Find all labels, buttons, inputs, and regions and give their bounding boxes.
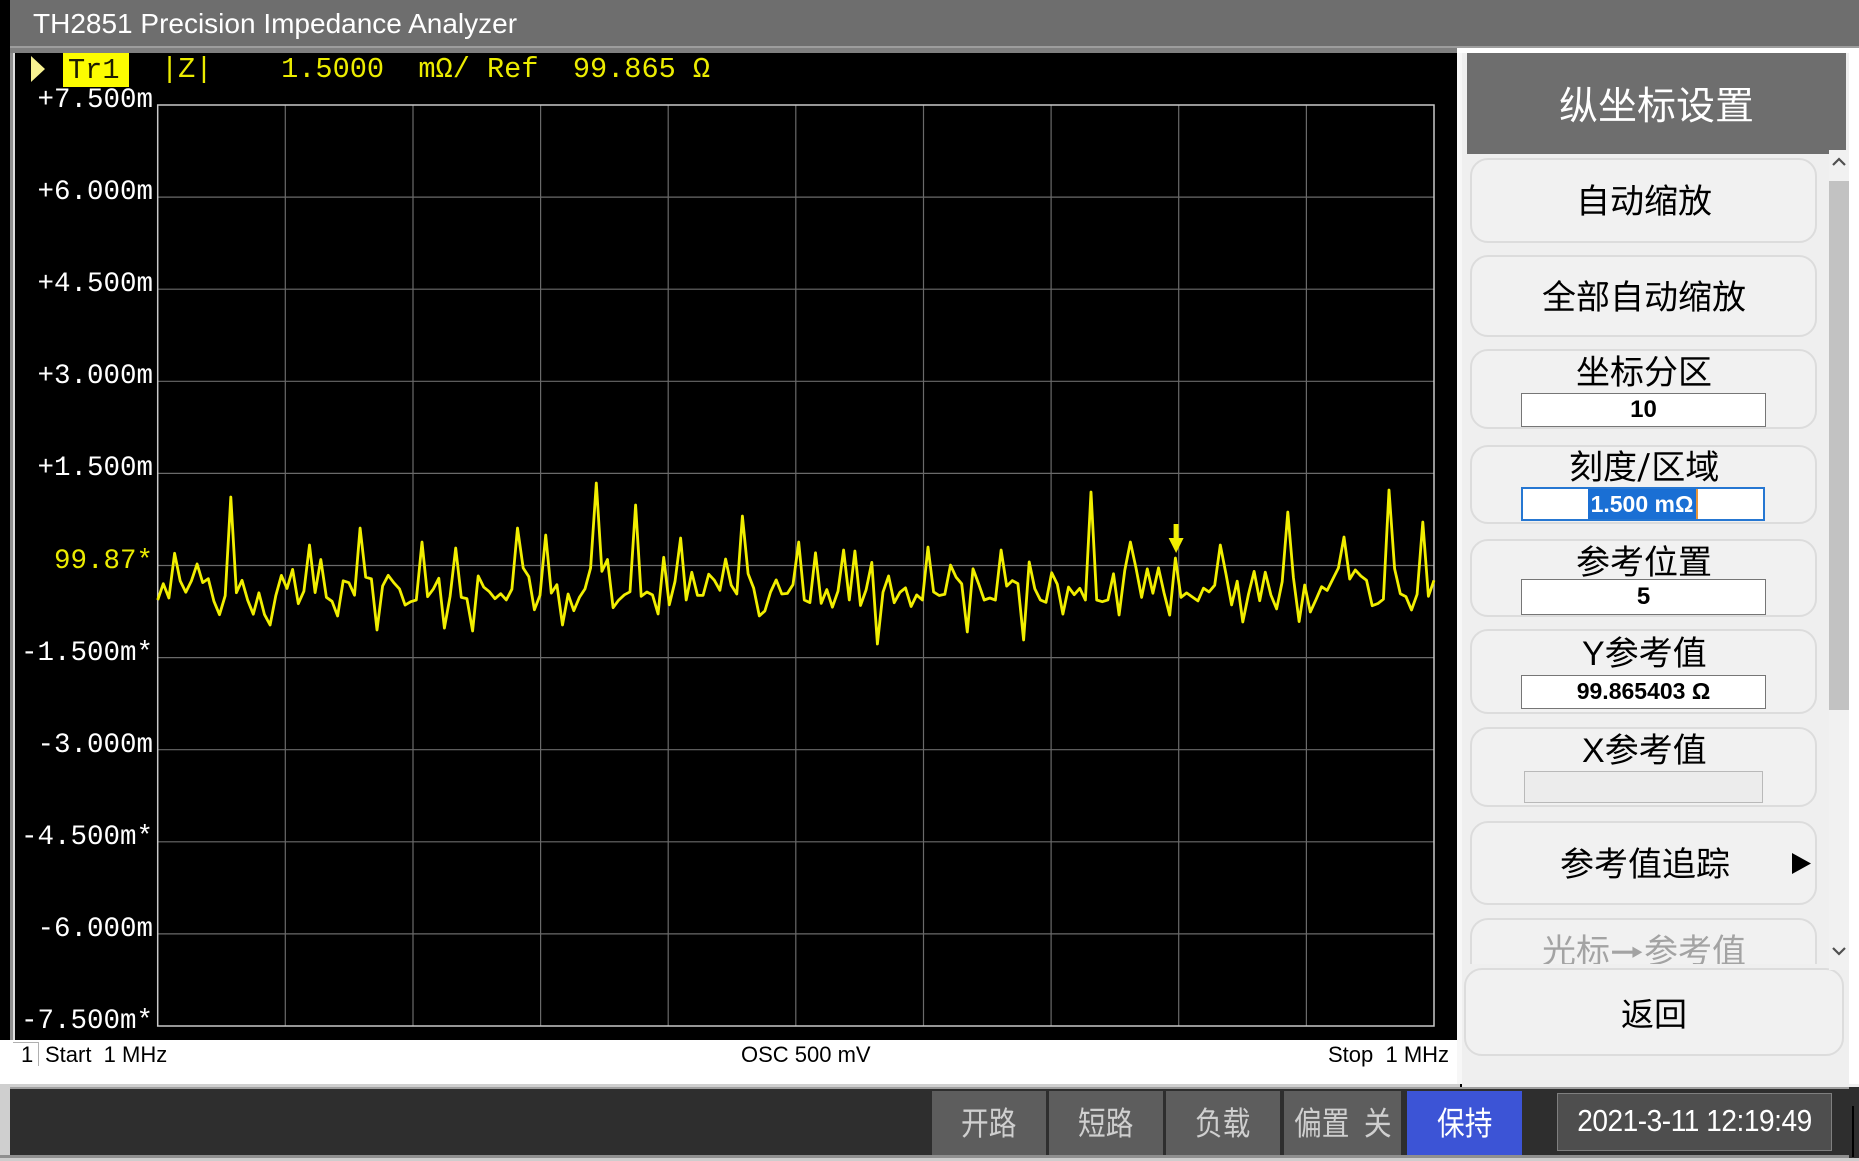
svg-text:X: X — [1582, 732, 1605, 766]
svg-text:Y: Y — [1582, 635, 1605, 669]
